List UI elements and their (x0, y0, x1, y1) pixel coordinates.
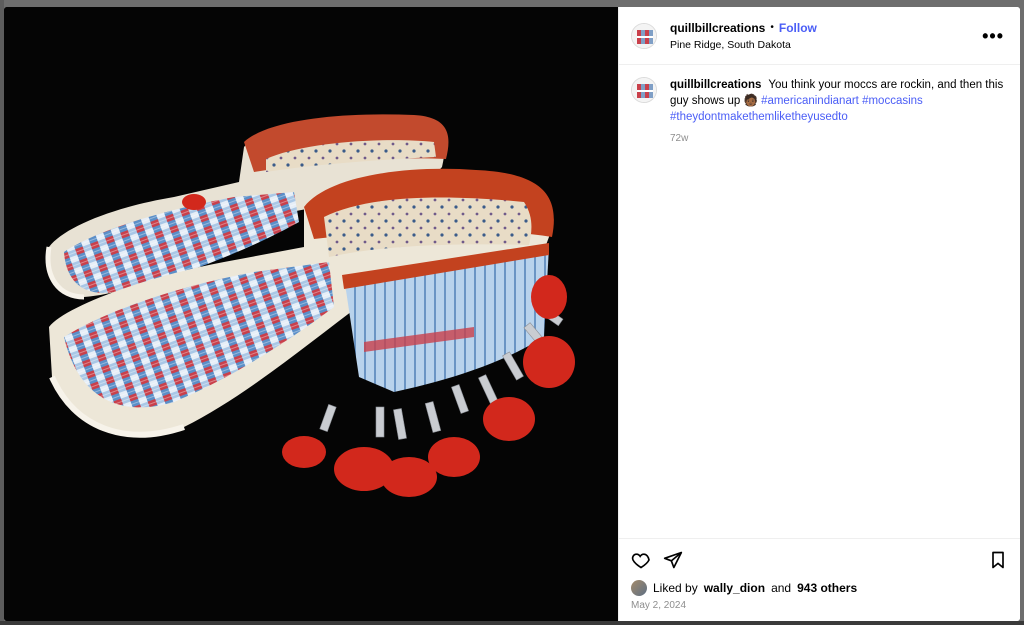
more-options-icon[interactable]: ••• (978, 25, 1008, 47)
caption-time[interactable]: 72w (670, 131, 1008, 147)
post-image[interactable] (4, 7, 618, 621)
bookmark-icon[interactable] (988, 550, 1008, 570)
post-sidebar: quillbillcreations • Follow Pine Ridge, … (618, 7, 1020, 621)
liker-username[interactable]: wally_dion (704, 581, 765, 595)
caption-body: quillbillcreations You think your moccs … (670, 77, 1008, 147)
header-line: quillbillcreations • Follow (670, 21, 978, 35)
avatar-image (632, 23, 656, 48)
avatar-image (632, 78, 656, 102)
caption: quillbillcreations You think your moccs … (631, 77, 1008, 147)
follow-button[interactable]: Follow (779, 21, 817, 35)
likes-summary: Liked by wally_dion and 943 others (619, 580, 1020, 596)
paper-plane-icon[interactable] (663, 550, 683, 570)
backdrop-bottom (0, 621, 1024, 625)
header-text: quillbillcreations • Follow Pine Ridge, … (670, 21, 978, 51)
hashtag-link[interactable]: #americanindianart (761, 95, 859, 107)
post-modal: quillbillcreations • Follow Pine Ridge, … (4, 7, 1020, 621)
caption-emoji: 🧑🏾 (743, 95, 758, 107)
action-bar (619, 538, 1020, 580)
liked-by-prefix: Liked by (653, 581, 698, 595)
caption-avatar[interactable] (631, 77, 657, 103)
moccasins-image (4, 7, 618, 621)
others-count[interactable]: 943 others (797, 581, 857, 595)
separator-dot: • (770, 22, 774, 33)
heart-icon[interactable] (631, 550, 651, 570)
post-date[interactable]: May 2, 2024 (619, 596, 1020, 621)
hashtag-link[interactable]: #theydontmakethemliketheyusedto (670, 111, 848, 123)
post-header: quillbillcreations • Follow Pine Ridge, … (619, 7, 1020, 65)
liked-by-and: and (771, 581, 792, 595)
hashtag-link[interactable]: #moccasins (862, 95, 923, 107)
comments-section: quillbillcreations You think your moccs … (619, 65, 1020, 537)
username-link[interactable]: quillbillcreations (670, 21, 765, 35)
caption-username[interactable]: quillbillcreations (670, 79, 761, 91)
location-link[interactable]: Pine Ridge, South Dakota (670, 39, 978, 51)
liker-avatar[interactable] (631, 580, 647, 596)
profile-avatar[interactable] (631, 22, 657, 49)
